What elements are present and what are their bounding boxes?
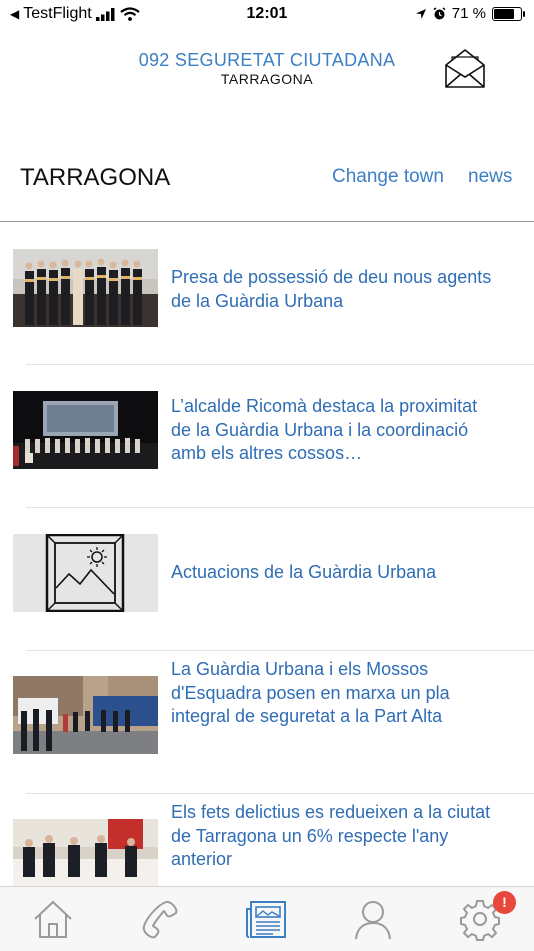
news-thumbnail (13, 534, 158, 612)
news-thumbnail (13, 676, 158, 754)
news-thumbnail (13, 819, 158, 886)
alarm-icon (433, 6, 446, 19)
list-item[interactable]: Els fets delictius es redueixen a la ciu… (0, 794, 534, 886)
news-title: Presa de possessió de deu nous agents de… (171, 267, 492, 311)
battery-icon (492, 6, 525, 21)
tab-news[interactable] (245, 897, 289, 941)
battery-percent: 71 % (451, 5, 486, 22)
envelope-icon (445, 49, 485, 88)
news-thumbnail (13, 391, 158, 469)
change-town-link[interactable]: Change town (332, 166, 444, 188)
list-item[interactable]: L’alcalde Ricomà destaca la proximitat d… (0, 365, 534, 508)
home-icon (34, 900, 72, 938)
list-item[interactable]: Presa de possessió de deu nous agents de… (0, 222, 534, 365)
settings-notification-badge: ! (493, 891, 516, 914)
image-placeholder-icon (45, 534, 125, 612)
tab-profile[interactable] (351, 897, 395, 941)
mail-button[interactable] (444, 48, 486, 90)
newspaper-icon (246, 901, 286, 938)
news-list[interactable]: Presa de possessió de deu nous agents de… (0, 222, 534, 886)
tab-home[interactable] (31, 897, 75, 941)
news-title: Actuacions de la Guàrdia Urbana (171, 562, 437, 582)
user-icon (355, 901, 391, 940)
news-link[interactable]: news (468, 166, 512, 188)
location-icon (415, 8, 426, 19)
status-right: 71 % (415, 5, 525, 22)
status-bar: ◀ TestFlight 12:01 71 % (0, 0, 534, 28)
phone-icon (142, 900, 178, 939)
town-title: TARRAGONA (20, 164, 171, 191)
news-title: Els fets delictius es redueixen a la ciu… (171, 802, 491, 869)
news-title: La Guàrdia Urbana i els Mossos d'Esquadr… (171, 659, 450, 726)
list-item[interactable]: La Guàrdia Urbana i els Mossos d'Esquadr… (0, 651, 534, 794)
tab-bar (0, 886, 534, 951)
news-title: L’alcalde Ricomà destaca la proximitat d… (171, 396, 478, 463)
tab-phone[interactable] (138, 897, 182, 941)
news-thumbnail (13, 249, 158, 327)
list-item[interactable]: Actuacions de la Guàrdia Urbana (0, 508, 534, 651)
